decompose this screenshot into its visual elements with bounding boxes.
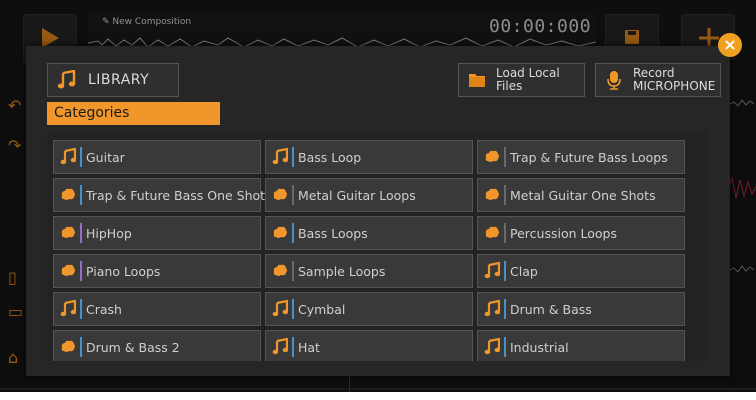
category-separator: [292, 223, 294, 243]
brain-icon: [61, 188, 75, 200]
brain-icon: [61, 226, 75, 238]
category-item[interactable]: Trap & Future Bass Loops: [477, 140, 685, 174]
close-button[interactable]: ×: [718, 33, 742, 57]
category-item[interactable]: Metal Guitar Loops: [265, 178, 473, 212]
category-label: Drum & Bass 2: [86, 339, 180, 355]
category-label: Bass Loop: [298, 149, 362, 165]
category-separator: [504, 299, 506, 319]
music-note-icon: [272, 300, 288, 317]
brain-icon: [61, 340, 75, 352]
category-item[interactable]: HipHop: [53, 216, 261, 250]
category-separator: [504, 223, 506, 243]
music-note-icon: [60, 300, 76, 317]
record-microphone-button[interactable]: Record MICROPHONE: [595, 63, 721, 97]
category-item[interactable]: Metal Guitar One Shots: [477, 178, 685, 212]
category-item[interactable]: Sample Loops: [265, 254, 473, 288]
category-separator: [292, 299, 294, 319]
category-item[interactable]: Cymbal: [265, 292, 473, 326]
category-label: Industrial: [510, 339, 569, 355]
brain-icon: [273, 264, 287, 276]
load-local-files-button[interactable]: Load Local Files: [458, 63, 585, 97]
music-note-icon: [60, 148, 76, 165]
brain-icon: [485, 188, 499, 200]
microphone-icon: [607, 71, 621, 90]
category-separator: [80, 299, 82, 319]
category-separator: [80, 185, 82, 205]
brain-icon: [485, 226, 499, 238]
brain-icon: [61, 264, 75, 276]
category-label: Hat: [298, 339, 320, 355]
category-label: Bass Loops: [298, 225, 368, 241]
category-label: Guitar: [86, 149, 125, 165]
category-label: Clap: [510, 263, 538, 279]
category-separator: [80, 337, 82, 357]
load-local-files-label: Load Local Files: [496, 66, 560, 93]
category-label: HipHop: [86, 225, 132, 241]
category-label: Cymbal: [298, 301, 346, 317]
category-separator: [80, 223, 82, 243]
music-note-icon: [272, 148, 288, 165]
category-label: Metal Guitar Loops: [298, 187, 416, 203]
category-separator: [292, 147, 294, 167]
category-item[interactable]: Bass Loops: [265, 216, 473, 250]
category-separator: [292, 337, 294, 357]
category-item[interactable]: Percussion Loops: [477, 216, 685, 250]
category-label: Metal Guitar One Shots: [510, 187, 656, 203]
category-label: Trap & Future Bass One Shot: [86, 187, 266, 203]
category-separator: [80, 261, 82, 281]
category-item[interactable]: Drum & Bass: [477, 292, 685, 326]
tab-categories[interactable]: Categories: [47, 102, 220, 125]
category-item[interactable]: Piano Loops: [53, 254, 261, 288]
music-note-icon: [57, 70, 76, 89]
music-note-icon: [484, 300, 500, 317]
category-separator: [504, 147, 506, 167]
category-label: Drum & Bass: [510, 301, 592, 317]
category-item[interactable]: Hat: [265, 330, 473, 361]
category-label: Crash: [86, 301, 122, 317]
folder-icon: [469, 74, 485, 87]
brain-icon: [273, 226, 287, 238]
category-label: Trap & Future Bass Loops: [510, 149, 668, 165]
library-label: LIBRARY: [88, 72, 150, 88]
category-item[interactable]: Clap: [477, 254, 685, 288]
brain-icon: [273, 188, 287, 200]
category-separator: [504, 337, 506, 357]
category-item[interactable]: Guitar: [53, 140, 261, 174]
brain-icon: [485, 150, 499, 162]
category-separator: [504, 261, 506, 281]
category-item[interactable]: Crash: [53, 292, 261, 326]
category-grid: Guitar Bass Loop Trap & Future Bass Loops T…: [47, 131, 708, 361]
music-note-icon: [484, 338, 500, 355]
record-microphone-label: Record MICROPHONE: [633, 66, 716, 93]
category-label: Percussion Loops: [510, 225, 617, 241]
category-separator: [292, 185, 294, 205]
category-label: Piano Loops: [86, 263, 161, 279]
category-item[interactable]: Industrial: [477, 330, 685, 361]
category-separator: [292, 261, 294, 281]
category-label: Sample Loops: [298, 263, 386, 279]
music-note-icon: [484, 262, 500, 279]
library-button[interactable]: LIBRARY: [47, 63, 179, 97]
music-note-icon: [272, 338, 288, 355]
category-item[interactable]: Trap & Future Bass One Shot: [53, 178, 265, 212]
category-item[interactable]: Bass Loop: [265, 140, 473, 174]
category-separator: [80, 147, 82, 167]
category-item[interactable]: Drum & Bass 2: [53, 330, 261, 361]
category-separator: [504, 185, 506, 205]
